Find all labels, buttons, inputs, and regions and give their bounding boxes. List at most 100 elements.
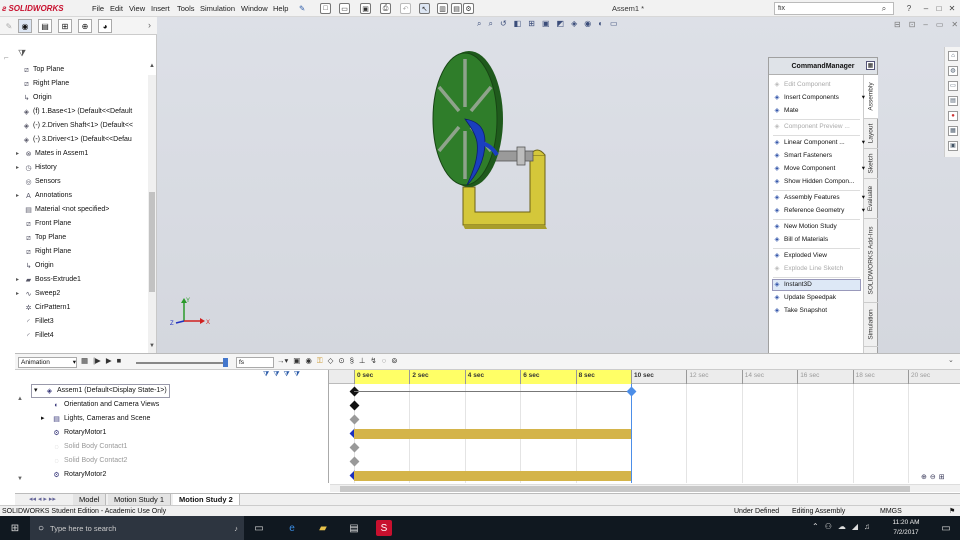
help-button[interactable]: ? — [903, 2, 915, 15]
cm-tab-assembly[interactable]: Assembly — [864, 75, 878, 119]
tree-item[interactable]: ↳ Origin — [16, 259, 54, 273]
save-icon[interactable]: ▣ — [360, 3, 371, 14]
taskbar-search[interactable]: ○ Type here to search ♪ — [30, 516, 244, 540]
network-icon[interactable]: ◢ — [852, 522, 858, 531]
scroll-up-icon[interactable]: ▲ — [149, 63, 155, 69]
previous-view-icon[interactable]: ↺ — [500, 19, 507, 29]
autokey-icon[interactable]: ⚿ — [317, 356, 323, 366]
cm-item-insert-components[interactable]: ◈ Insert Components ▾ — [773, 92, 866, 104]
playback-speed-slider[interactable] — [136, 362, 225, 364]
zoom-area-icon[interactable]: ⌕ — [488, 19, 492, 29]
calculate-icon[interactable]: ▦ — [81, 356, 88, 365]
shaft-collar[interactable] — [516, 146, 526, 166]
cm-item-update-speedpak[interactable]: ◈ Update Speedpak — [773, 292, 865, 304]
tree-item[interactable]: ▸ ◷ History — [16, 161, 57, 175]
solidworks-logo[interactable]: ƨ SOLIDWORKS — [2, 2, 64, 15]
tree-item[interactable]: ◈ (-) 3.Driver<1> (Default<<Defau — [14, 133, 132, 147]
stop-icon[interactable]: ■ — [117, 356, 122, 365]
forum-icon[interactable]: ▣ — [948, 141, 958, 151]
tree-item[interactable]: ◈ (f) 1.Base<1> (Default<<Default — [14, 105, 132, 119]
viewport-restore-icon[interactable]: ⊡ — [909, 20, 916, 29]
cm-item-edit-component[interactable]: ◈ Edit Component — [773, 79, 865, 91]
filter-driving-icon[interactable]: ⧩ — [273, 371, 279, 379]
motion-tree-item[interactable]: ▸ ▤ Lights, Cameras and Scene — [41, 412, 150, 426]
tree-item[interactable]: ⧄ Front Plane — [16, 217, 71, 231]
motion-tree-item[interactable]: ◐ Orientation and Camera Views — [41, 398, 159, 412]
search-box[interactable] — [774, 2, 894, 15]
print-icon[interactable]: ⎙ — [380, 3, 391, 14]
pin-icon[interactable]: ✎ — [299, 2, 305, 15]
cm-item-linear-component[interactable]: ◈ Linear Component ... ▾ — [773, 137, 866, 149]
expand-toggle[interactable]: ▸ — [16, 161, 22, 175]
playback-loop-icon[interactable]: →▾ — [277, 356, 288, 366]
dropdown-arrow-icon[interactable]: ▾ — [862, 92, 865, 104]
zoom-fit-icon[interactable]: ⊞ — [939, 473, 945, 481]
minimize-button[interactable]: – — [920, 2, 932, 15]
volume-icon[interactable]: ♫ — [864, 522, 870, 531]
filter-selected-icon[interactable]: ⧩ — [284, 371, 290, 379]
options-icon[interactable]: ⚙ — [463, 3, 474, 14]
filter-animated-icon[interactable]: ⧩ — [263, 371, 269, 379]
key-point[interactable] — [349, 400, 360, 411]
tree-item[interactable]: ⧄ Top Plane — [14, 63, 64, 77]
cm-item-exploded-view[interactable]: ◈ Exploded View — [773, 250, 865, 262]
task-view-icon[interactable]: ▭ — [251, 520, 267, 536]
assembly-model[interactable] — [425, 47, 565, 232]
cm-tab-evaluate[interactable]: Evaluate — [864, 179, 878, 219]
custom-properties-icon[interactable]: ▦ — [948, 126, 958, 136]
cm-item-take-snapshot[interactable]: ◈ Take Snapshot — [773, 305, 865, 317]
people-icon[interactable]: ⚇ — [825, 522, 832, 531]
cm-item-bill-of-materials[interactable]: ◈ Bill of Materials — [773, 234, 865, 246]
cm-tab-layout[interactable]: Layout — [864, 119, 878, 149]
tree-item[interactable]: ▸ ⊗ Mates in Assem1 — [16, 147, 88, 161]
scroll-down-icon[interactable]: ▼ — [149, 343, 155, 349]
tree-item[interactable]: ◎ Sensors — [16, 175, 60, 189]
tab-dimxpert[interactable]: ⊕ — [78, 19, 92, 33]
menu-file[interactable]: File — [92, 2, 104, 15]
tree-item[interactable]: ⧄ Right Plane — [14, 77, 69, 91]
file-explorer-icon[interactable]: ▭ — [948, 81, 958, 91]
menu-tools[interactable]: Tools — [177, 2, 195, 15]
force-icon[interactable]: ↯ — [370, 356, 376, 366]
tree-item[interactable]: ⧄ Right Plane — [16, 245, 71, 259]
viewport-close-icon[interactable]: ✕ — [951, 20, 958, 29]
home-icon[interactable]: ⌂ — [948, 51, 958, 61]
key-point[interactable] — [349, 414, 360, 425]
timeline[interactable]: 0 sec 2 sec 4 sec 6 sec 8 sec 10 sec 12 sec 14 … — [328, 370, 960, 483]
cm-item-new-motion-study[interactable]: ◈ New Motion Study — [773, 221, 865, 233]
cm-item-assembly-features[interactable]: ◈ Assembly Features ▾ — [773, 192, 866, 204]
key-point[interactable] — [349, 456, 360, 467]
chevron-right-icon[interactable]: › — [148, 20, 151, 30]
restore-button[interactable]: □ — [933, 2, 945, 15]
select-icon[interactable]: ↖ — [419, 3, 430, 14]
cm-item-reference-geometry[interactable]: ◈ Reference Geometry ▾ — [773, 205, 866, 217]
cm-item-component-preview[interactable]: ◈ Component Preview ... — [773, 121, 865, 133]
tree-item[interactable]: ◜ Fillet3 — [16, 315, 54, 329]
search-icon[interactable]: ⌕ — [878, 2, 890, 15]
expand-toggle[interactable]: ▸ — [16, 147, 22, 161]
menu-help[interactable]: Help — [273, 2, 288, 15]
cm-item-instant3d[interactable]: ◈ Instant3D — [772, 279, 861, 291]
view-orientation-icon[interactable]: ▣ — [542, 19, 550, 29]
menu-edit[interactable]: Edit — [110, 2, 123, 15]
time-bar[interactable] — [631, 384, 632, 483]
animation-wizard-icon[interactable]: ◉ — [305, 356, 312, 366]
viewport-maximize-icon[interactable]: ▭ — [936, 20, 944, 29]
cm-item-explode-line-sketch[interactable]: ◈ Explode Line Sketch — [773, 263, 865, 275]
tree-item[interactable]: ▤ Material <not specified> — [16, 203, 109, 217]
tab-configuration-manager[interactable]: ⊞ — [58, 19, 72, 33]
tab-display-manager[interactable]: ◕ — [98, 19, 112, 33]
cm-item-mate[interactable]: ◈ Mate — [773, 105, 865, 117]
edge-icon[interactable]: e — [284, 520, 300, 536]
tab-feature-manager[interactable]: ◉ — [18, 19, 32, 33]
tree-item[interactable]: ◈ (-) 2.Driven Shaft<1> (Default<< — [14, 119, 133, 133]
tree-item[interactable]: ⧄ Top Plane — [16, 231, 66, 245]
timeline-scrollbar[interactable] — [330, 484, 960, 492]
sketch-pencil-icon[interactable]: ✎ — [4, 19, 14, 33]
tree-collapse-icon[interactable]: ⌐ — [4, 53, 9, 62]
tab-scroll-icons[interactable]: ◂◂ ◂ ▸ ▸▸ — [29, 495, 56, 503]
cm-tab-simulation[interactable]: Simulation — [864, 303, 878, 347]
study-type-select[interactable]: Animation ▾ — [18, 357, 77, 368]
add-key-icon[interactable]: ◇ — [328, 356, 334, 366]
motion-tree-item[interactable]: ◌ Solid Body Contact2 — [41, 454, 127, 468]
